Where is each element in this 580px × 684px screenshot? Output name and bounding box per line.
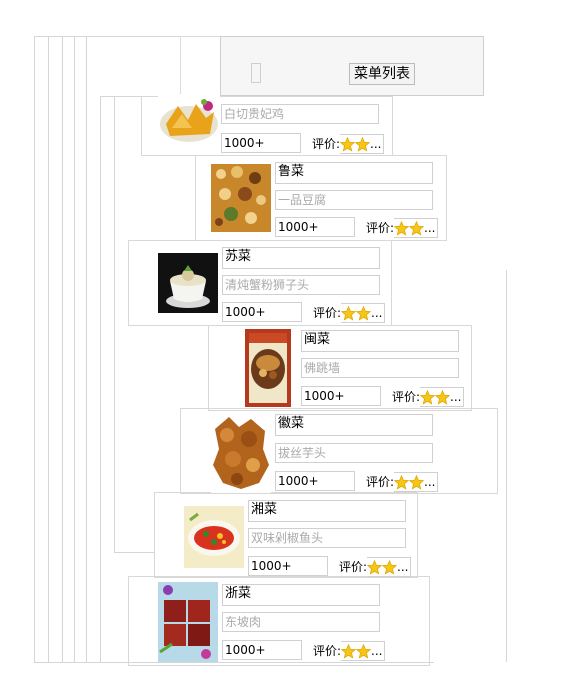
list-item[interactable]: 湘菜 双味剁椒鱼头 1000+ 评价: ... bbox=[184, 498, 424, 578]
sales-count: 1000+ bbox=[275, 471, 355, 491]
rating-ellipsis: ... bbox=[371, 306, 383, 320]
star-icon bbox=[409, 220, 425, 236]
rating-ellipsis: ... bbox=[370, 137, 382, 151]
star-icon bbox=[394, 220, 410, 236]
sales-count: 1000+ bbox=[222, 640, 302, 660]
sales-count: 1000+ bbox=[275, 217, 355, 237]
nav-bar: 菜单列表 bbox=[220, 36, 484, 96]
rating: 评价: ... bbox=[313, 303, 385, 323]
dish-image bbox=[245, 329, 291, 407]
sales-count: 1000+ bbox=[301, 386, 381, 406]
rating: 评价: ... bbox=[392, 387, 464, 407]
dish-name: 清炖蟹粉狮子头 bbox=[222, 275, 380, 295]
dish-image bbox=[211, 164, 271, 239]
star-icon bbox=[355, 136, 371, 152]
star-icon bbox=[435, 389, 451, 405]
rating: 评价: ... bbox=[366, 218, 438, 238]
star-icon bbox=[367, 559, 383, 575]
category-name: 浙菜 bbox=[222, 584, 380, 606]
dish-name: 东坡肉 bbox=[222, 612, 380, 632]
star-icon bbox=[356, 305, 372, 321]
rating-ellipsis: ... bbox=[397, 560, 409, 574]
layout-line bbox=[114, 96, 115, 552]
dish-image bbox=[158, 253, 218, 328]
dish-name: 白切贵妃鸡 bbox=[221, 104, 379, 124]
layout-line bbox=[34, 36, 180, 37]
rating: 评价: ... bbox=[312, 134, 384, 154]
star-icon bbox=[340, 136, 356, 152]
star-icon bbox=[382, 559, 398, 575]
rating-label: 评价: bbox=[313, 306, 342, 320]
nav-bar-shadow bbox=[180, 36, 221, 96]
category-name: 鲁菜 bbox=[275, 162, 433, 184]
rating-ellipsis: ... bbox=[450, 390, 462, 404]
rating-ellipsis: ... bbox=[371, 644, 383, 658]
category-name: 闽菜 bbox=[301, 330, 459, 352]
list-item[interactable]: 苏菜 清炖蟹粉狮子头 1000+ 评价: ... bbox=[158, 245, 398, 325]
layout-line bbox=[86, 36, 87, 662]
rating-label: 评价: bbox=[366, 475, 395, 489]
nav-title: 菜单列表 bbox=[349, 63, 415, 85]
sales-count: 1000+ bbox=[248, 556, 328, 576]
star-icon bbox=[356, 643, 372, 659]
layout-line bbox=[100, 96, 101, 662]
rating-label: 评价: bbox=[339, 560, 368, 574]
sales-count: 1000+ bbox=[221, 133, 301, 153]
star-icon bbox=[341, 643, 357, 659]
rating-label: 评价: bbox=[366, 221, 395, 235]
layout-line bbox=[74, 36, 75, 662]
rating-ellipsis: ... bbox=[424, 475, 436, 489]
list-item[interactable]: 闽菜 佛跳墙 1000+ 评价: ... bbox=[237, 329, 477, 409]
layout-line bbox=[34, 36, 35, 662]
star-icon bbox=[394, 474, 410, 490]
rating-label: 评价: bbox=[312, 137, 341, 151]
dish-name: 佛跳墙 bbox=[301, 358, 459, 378]
dish-image bbox=[158, 582, 218, 662]
dish-name: 拔丝芋头 bbox=[275, 443, 433, 463]
dish-image bbox=[211, 413, 271, 493]
rating-label: 评价: bbox=[313, 644, 342, 658]
dish-name: 一品豆腐 bbox=[275, 190, 433, 210]
layout-line bbox=[62, 36, 63, 662]
rating-label: 评价: bbox=[392, 390, 421, 404]
sales-count: 1000+ bbox=[222, 302, 302, 322]
list-item[interactable]: 浙菜 东坡肉 1000+ 评价: ... bbox=[158, 582, 398, 662]
category-name: 湘菜 bbox=[248, 500, 406, 522]
star-icon bbox=[409, 474, 425, 490]
list-item[interactable]: 白切贵妃鸡 1000+ 评价: ... bbox=[158, 94, 398, 156]
rating: 评价: ... bbox=[366, 472, 438, 492]
rating: 评价: ... bbox=[339, 557, 411, 577]
star-icon bbox=[420, 389, 436, 405]
list-item[interactable]: 鲁菜 一品豆腐 1000+ 评价: ... bbox=[211, 160, 451, 240]
dish-image bbox=[158, 94, 220, 146]
list-item[interactable]: 徽菜 拔丝芋头 1000+ 评价: ... bbox=[211, 413, 451, 493]
rating: 评价: ... bbox=[313, 641, 385, 661]
back-button[interactable] bbox=[251, 63, 261, 83]
layout-line bbox=[114, 552, 154, 553]
layout-line bbox=[48, 36, 49, 662]
dish-image bbox=[184, 506, 244, 568]
layout-line bbox=[506, 270, 507, 662]
star-icon bbox=[341, 305, 357, 321]
rating-ellipsis: ... bbox=[424, 221, 436, 235]
category-name: 徽菜 bbox=[275, 414, 433, 436]
dish-name: 双味剁椒鱼头 bbox=[248, 528, 406, 548]
category-name: 苏菜 bbox=[222, 247, 380, 269]
